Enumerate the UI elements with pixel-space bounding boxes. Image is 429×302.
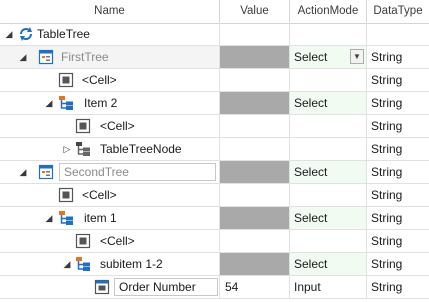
tree-list-icon xyxy=(38,164,54,180)
name-cell: <Cell> xyxy=(0,230,220,252)
cell-icon xyxy=(58,72,74,88)
tree-row-firsttree[interactable]: ◢ FirstTree Select ▼ String xyxy=(0,46,429,69)
action-mode-cell xyxy=(290,184,367,206)
data-type-cell: String xyxy=(371,188,403,202)
action-mode-cell xyxy=(290,23,367,45)
value-cell xyxy=(220,253,290,275)
expanded-arrow-icon[interactable]: ◢ xyxy=(43,207,55,229)
action-mode-cell xyxy=(290,138,367,160)
value-cell xyxy=(220,23,290,45)
tree-item-label: subitem 1-2 xyxy=(100,257,163,271)
tree-row-cell[interactable]: <Cell> String xyxy=(0,115,429,138)
column-header-action-mode[interactable]: ActionMode xyxy=(290,0,367,23)
tree-item-label: <Cell> xyxy=(100,234,135,248)
data-type-cell: String xyxy=(371,280,403,294)
value-cell xyxy=(220,207,290,229)
data-type-cell: String xyxy=(371,142,403,156)
name-cell: <Cell> xyxy=(0,115,220,137)
tree-row-order-number[interactable]: Order Number 54 Input String xyxy=(0,276,429,299)
action-mode-cell[interactable]: Select xyxy=(290,92,367,114)
tree-row-subitem-1-2[interactable]: ◢ subitem 1-2 Select String xyxy=(0,253,429,276)
tree-node-gray-icon xyxy=(76,142,90,156)
tree-item-label: TableTree xyxy=(37,27,90,41)
tree-row-cell[interactable]: <Cell> String xyxy=(0,69,429,92)
action-mode-cell[interactable]: Select xyxy=(290,253,367,275)
tree-row-item-1[interactable]: ◢ item 1 Select String xyxy=(0,207,429,230)
collapsed-arrow-icon[interactable]: ▷ xyxy=(61,138,73,160)
name-cell: ◢ Item 2 xyxy=(0,92,220,114)
expanded-arrow-icon[interactable]: ◢ xyxy=(61,253,73,275)
expanded-arrow-icon[interactable]: ◢ xyxy=(17,161,29,183)
name-cell: ◢ item 1 xyxy=(0,207,220,229)
tree-node-icon xyxy=(59,211,73,225)
tree-item-label: <Cell> xyxy=(82,73,117,87)
value-cell xyxy=(220,184,290,206)
data-type-cell: String xyxy=(371,234,403,248)
cell-icon xyxy=(75,233,91,249)
action-mode-cell[interactable]: Select xyxy=(290,207,367,229)
tree-item-label: Order Number xyxy=(114,278,218,296)
tree-item-label: FirstTree xyxy=(61,50,109,64)
data-type-cell: String xyxy=(371,165,403,179)
value-cell xyxy=(220,69,290,91)
value-cell xyxy=(220,138,290,160)
name-cell: <Cell> xyxy=(0,69,220,91)
column-header-data-type[interactable]: DataType xyxy=(367,0,429,23)
tree-row-item-2[interactable]: ◢ Item 2 Select String xyxy=(0,92,429,115)
data-type-cell: String xyxy=(371,73,403,87)
cell-icon xyxy=(75,118,91,134)
tree-row-secondtree[interactable]: ◢ SecondTree Select String xyxy=(0,161,429,184)
name-cell: ◢ subitem 1-2 xyxy=(0,253,220,275)
cell-icon xyxy=(94,279,110,295)
tree-row-tabletree[interactable]: ◢ TableTree xyxy=(0,23,429,46)
action-mode-cell xyxy=(290,69,367,91)
tree-item-label: TableTreeNode xyxy=(100,142,182,156)
name-cell: <Cell> xyxy=(0,184,220,206)
data-type-cell: String xyxy=(371,257,403,271)
data-type-cell: String xyxy=(371,96,403,110)
value-cell xyxy=(220,230,290,252)
name-cell: ◢ TableTree xyxy=(0,23,220,45)
action-mode-cell[interactable]: Select xyxy=(290,161,367,183)
tree-row-cell[interactable]: <Cell> String xyxy=(0,230,429,253)
tree-item-label: Item 2 xyxy=(84,96,118,110)
action-mode-cell xyxy=(290,115,367,137)
action-mode-dropdown[interactable]: Select ▼ xyxy=(290,46,367,68)
column-header-value[interactable]: Value xyxy=(220,0,290,23)
tree-item-label: <Cell> xyxy=(100,119,135,133)
tree-node-icon xyxy=(76,257,90,271)
tree-item-label: SecondTree xyxy=(59,163,216,181)
tree-list-icon xyxy=(38,49,54,65)
value-input[interactable]: 54 xyxy=(220,276,290,298)
name-cell: ◢ FirstTree xyxy=(0,46,220,68)
action-mode-value: Select xyxy=(294,50,328,64)
expanded-arrow-icon[interactable]: ◢ xyxy=(43,92,55,114)
data-type-cell: String xyxy=(371,119,403,133)
name-cell: ▷ TableTreeNode xyxy=(0,138,220,160)
tree-row-cell[interactable]: <Cell> String xyxy=(0,184,429,207)
tree-node-icon xyxy=(59,96,73,110)
expanded-arrow-icon[interactable]: ◢ xyxy=(17,46,29,68)
column-header-name[interactable]: Name xyxy=(0,0,220,23)
data-type-cell: String xyxy=(371,211,403,225)
name-cell: ◢ SecondTree xyxy=(0,161,220,183)
value-cell xyxy=(220,46,290,68)
refresh-icon xyxy=(20,27,32,41)
tree-item-label: <Cell> xyxy=(82,188,117,202)
value-cell xyxy=(220,92,290,114)
chevron-down-icon[interactable]: ▼ xyxy=(350,49,364,64)
tree-item-label: item 1 xyxy=(84,211,117,225)
tree-row-tabletreenode[interactable]: ▷ TableTreeNode String xyxy=(0,138,429,161)
data-type-cell: String xyxy=(371,50,403,64)
cell-icon xyxy=(58,187,74,203)
action-mode-cell xyxy=(290,230,367,252)
expanded-arrow-icon[interactable]: ◢ xyxy=(3,23,15,45)
column-header-row: Name Value ActionMode DataType xyxy=(0,0,429,24)
data-type-cell xyxy=(367,23,429,45)
value-cell xyxy=(220,161,290,183)
tree-grid: Name Value ActionMode DataType ◢ TableTr… xyxy=(0,0,429,302)
name-cell: Order Number xyxy=(0,276,220,298)
value-cell xyxy=(220,115,290,137)
action-mode-cell[interactable]: Input xyxy=(290,276,367,298)
